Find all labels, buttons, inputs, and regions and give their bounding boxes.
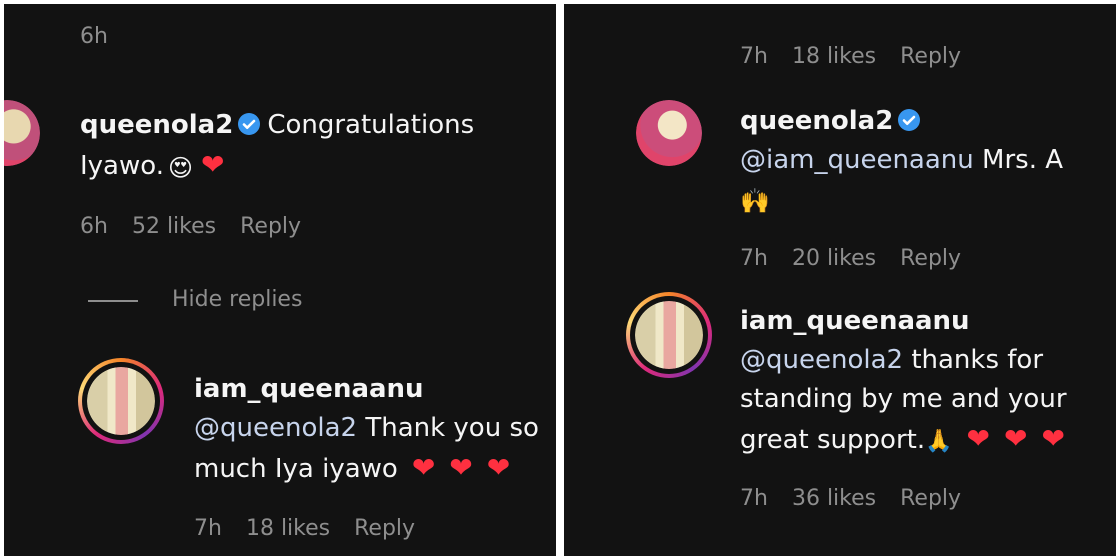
avatar[interactable] bbox=[635, 301, 703, 369]
avatar[interactable] bbox=[87, 367, 155, 435]
reply-iam-queenaanu: iam_queenaanu @queenola2 thanks for stan… bbox=[740, 302, 1110, 461]
likes-count[interactable]: 52 likes bbox=[132, 214, 216, 239]
cut-off-text bbox=[814, 4, 874, 6]
comments-panel-left: 6h queenola2 Congratulations Iyawo. 😍 ❤ 6h … bbox=[4, 4, 556, 556]
mention-link[interactable]: @queenola2 bbox=[740, 345, 903, 375]
pray-emoji: 🙏 bbox=[925, 429, 953, 454]
heart-icon: ❤ bbox=[411, 451, 436, 484]
mention-link[interactable]: @iam_queenaanu bbox=[740, 145, 974, 175]
mention-link[interactable]: @queenola2 bbox=[194, 413, 357, 443]
reply-button[interactable]: Reply bbox=[900, 486, 961, 511]
comments-panel-right: 7h 18 likes Reply queenola2 @iam_queenaa… bbox=[564, 4, 1116, 556]
reply-text-line1: Thank you so bbox=[365, 413, 539, 443]
reply-time: 7h bbox=[740, 246, 768, 271]
previous-reply-time: 7h bbox=[740, 44, 768, 69]
reply-username[interactable]: iam_queenaanu bbox=[740, 306, 970, 336]
heart-icon: ❤ bbox=[449, 451, 473, 484]
heart-icon: ❤ bbox=[201, 148, 225, 181]
replies-divider bbox=[88, 300, 138, 302]
heart-icon: ❤ bbox=[1003, 422, 1028, 455]
avatar[interactable] bbox=[4, 100, 40, 166]
reply-time: 7h bbox=[740, 486, 768, 511]
reply-text-line2: much Iya iyawo bbox=[194, 454, 398, 484]
reply-text-line2: standing by me and your bbox=[740, 384, 1067, 414]
likes-count[interactable]: 18 likes bbox=[792, 44, 876, 69]
reply-button[interactable]: Reply bbox=[900, 246, 961, 271]
likes-count[interactable]: 18 likes bbox=[246, 516, 330, 541]
reply-username[interactable]: queenola2 bbox=[740, 106, 893, 136]
star-eyes-emoji: 😍 bbox=[167, 154, 193, 182]
raised-hands-emoji: 🙌 bbox=[740, 187, 770, 215]
heart-icon: ❤ bbox=[1041, 422, 1065, 455]
hide-replies-button[interactable]: Hide replies bbox=[172, 287, 302, 312]
comment-time: 6h bbox=[80, 214, 108, 239]
verified-badge-icon bbox=[238, 113, 261, 135]
previous-reply-meta: 7h 18 likes Reply bbox=[740, 44, 961, 69]
reply-time: 7h bbox=[194, 516, 222, 541]
verified-badge-icon bbox=[898, 109, 921, 131]
reply-meta: 7h 18 likes Reply bbox=[194, 516, 415, 541]
reply-text: Mrs. A bbox=[982, 145, 1064, 175]
reply-text-line3: great support. bbox=[740, 425, 926, 455]
reply-meta: 7h 20 likes Reply bbox=[740, 246, 961, 271]
comment-username[interactable]: queenola2 bbox=[80, 110, 233, 140]
previous-comment-time: 6h bbox=[80, 24, 108, 49]
heart-icon: ❤ bbox=[966, 422, 990, 455]
reply-username[interactable]: iam_queenaanu bbox=[194, 374, 424, 404]
reply-queenola2: queenola2 @iam_queenaanu Mrs. A 🙌 bbox=[740, 102, 1110, 221]
comment-meta: 6h 52 likes Reply bbox=[80, 214, 301, 239]
reply-button[interactable]: Reply bbox=[900, 44, 961, 69]
reply-iam-queenaanu: iam_queenaanu @queenola2 Thank you so mu… bbox=[194, 370, 554, 489]
reply-text-line1: thanks for bbox=[911, 345, 1044, 375]
avatar[interactable] bbox=[636, 100, 702, 166]
reply-button[interactable]: Reply bbox=[240, 214, 301, 239]
likes-count[interactable]: 20 likes bbox=[792, 246, 876, 271]
reply-meta: 7h 36 likes Reply bbox=[740, 486, 961, 511]
comment-queenola2: queenola2 Congratulations Iyawo. 😍 ❤ bbox=[80, 106, 500, 188]
likes-count[interactable]: 36 likes bbox=[792, 486, 876, 511]
reply-button[interactable]: Reply bbox=[354, 516, 415, 541]
heart-icon: ❤ bbox=[486, 451, 511, 484]
